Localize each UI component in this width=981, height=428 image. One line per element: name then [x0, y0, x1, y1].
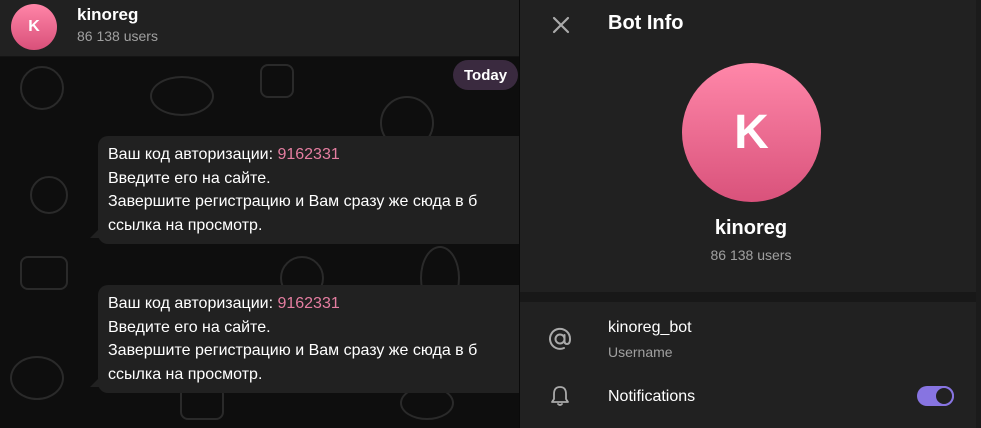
message-line: Ваш код авторизации: 9162331: [108, 292, 519, 316]
wallpaper-doodle: [260, 64, 294, 98]
wallpaper-doodle: [20, 256, 68, 290]
message-line: Введите его на сайте.: [108, 318, 271, 336]
message-line: Ваш код авторизации: 9162331: [108, 143, 519, 167]
profile-avatar[interactable]: K: [682, 63, 821, 202]
close-button[interactable]: [542, 6, 580, 44]
bubble-tail: [90, 228, 100, 238]
auth-code[interactable]: 9162331: [277, 295, 339, 312]
message-line: Завершите регистрацию и Вам сразу же сюд…: [108, 193, 478, 210]
bell-icon: [546, 382, 574, 410]
message-text: Ваш код авторизации:: [108, 295, 278, 312]
wallpaper-doodle: [10, 356, 64, 400]
auth-code[interactable]: 9162331: [277, 146, 339, 163]
notifications-label: Notifications: [608, 388, 696, 405]
message-line: ссылка на просмотр.: [108, 216, 263, 234]
message-line: Введите его на сайте.: [108, 169, 271, 187]
wallpaper-doodle: [20, 66, 64, 110]
profile-member-count: 86 138 users: [710, 247, 792, 263]
message-line: Завершите регистрацию и Вам сразу же сюд…: [108, 342, 478, 359]
chat-title: kinoreg: [77, 5, 139, 24]
message-text: Ваш код авторизации:: [108, 146, 278, 163]
username-value: kinoreg_bot: [608, 319, 692, 336]
profile-name: kinoreg: [714, 217, 788, 239]
toggle-knob: [934, 386, 954, 406]
scrollbar[interactable]: [976, 0, 981, 428]
close-icon: [552, 16, 570, 34]
section-divider: [520, 292, 981, 302]
bubble-tail: [90, 377, 100, 387]
bot-info-panel: Bot Info K kinoreg 86 138 users kinoreg_…: [519, 0, 981, 428]
wallpaper-doodle: [150, 76, 214, 116]
avatar[interactable]: K: [11, 4, 57, 50]
panel-title: Bot Info: [608, 12, 684, 34]
wallpaper-doodle: [30, 176, 68, 214]
notifications-toggle[interactable]: [917, 386, 954, 406]
message-line: ссылка на просмотр.: [108, 365, 263, 383]
message-bubble[interactable]: Ваш код авторизации: 9162331 Введите его…: [98, 285, 519, 393]
at-icon: [546, 325, 574, 353]
chat-header[interactable]: K kinoreg 86 138 users: [0, 0, 519, 57]
date-separator: Today: [453, 60, 519, 90]
chat-member-count: 86 138 users: [77, 28, 158, 44]
chat-area: K kinoreg 86 138 users Today Ваш код авт…: [0, 0, 519, 428]
message-bubble[interactable]: Ваш код авторизации: 9162331 Введите его…: [98, 136, 519, 244]
username-label: Username: [608, 344, 673, 360]
